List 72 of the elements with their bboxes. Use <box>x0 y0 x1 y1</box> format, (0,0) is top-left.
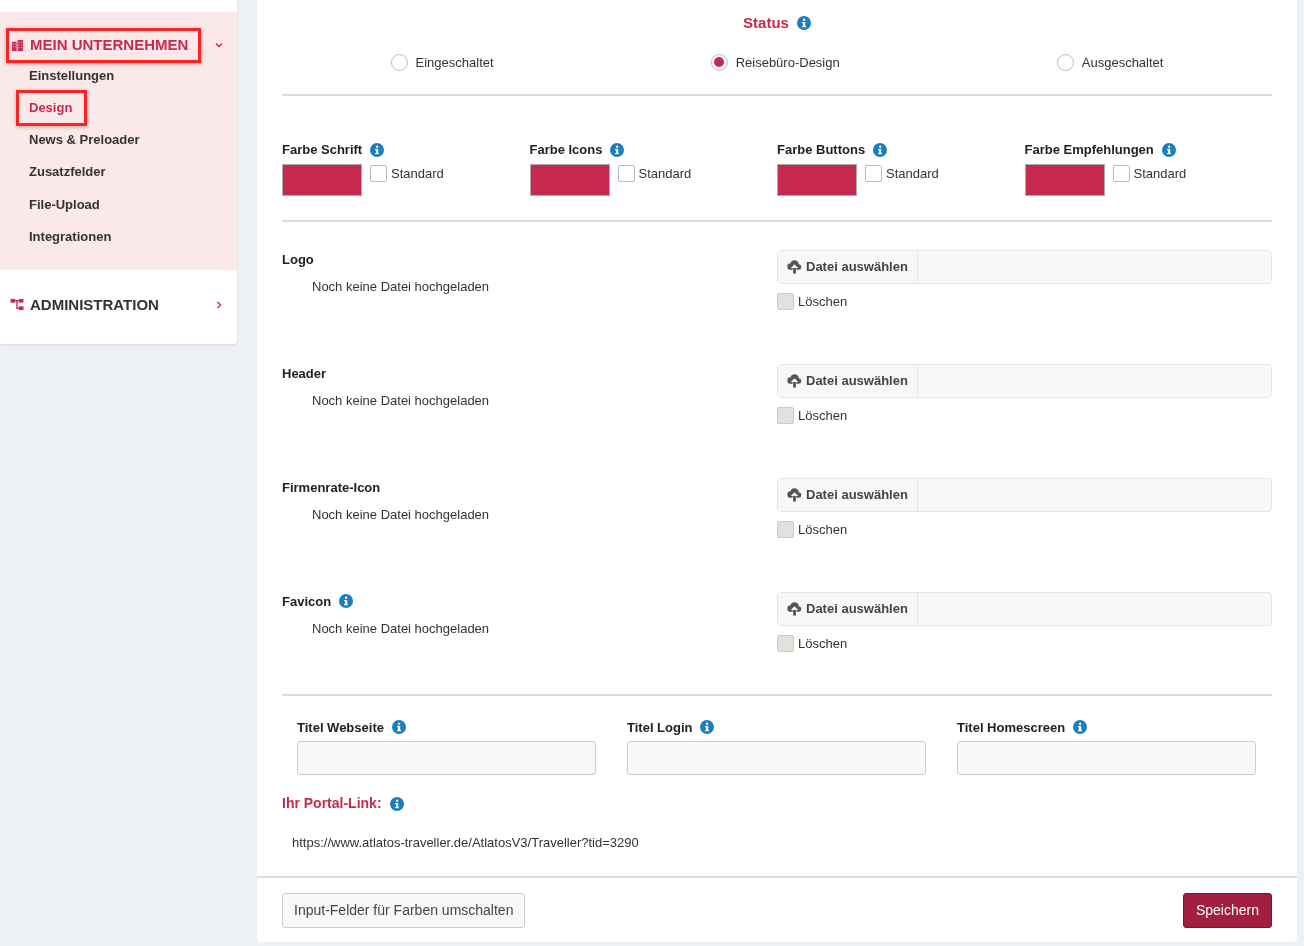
color-swatch[interactable] <box>777 163 857 196</box>
hierarchy-icon <box>10 298 24 312</box>
menu-item[interactable]: Einstellungen <box>29 65 115 85</box>
delete-checkbox[interactable]: Löschen <box>777 633 1272 653</box>
file-button-label[interactable]: Datei auswählen <box>806 598 908 619</box>
info-icon[interactable] <box>391 720 406 735</box>
delete-checkbox[interactable]: Löschen <box>777 405 1272 425</box>
menu-item[interactable]: File-Upload <box>29 194 100 214</box>
standard-checkbox[interactable]: Standard <box>617 163 692 183</box>
menu-item[interactable]: Design <box>16 90 88 126</box>
save-button[interactable]: Speichern <box>1182 893 1272 928</box>
file-input[interactable]: Datei auswählen <box>777 249 1272 284</box>
chevron-down-icon[interactable] <box>215 41 223 50</box>
file-button-label[interactable]: Datei auswählen <box>806 256 908 277</box>
toggle-button[interactable]: Input-Felder für Farben umschalten <box>282 893 526 928</box>
field-label: Titel Login <box>627 718 693 737</box>
chevron-right-icon[interactable] <box>215 300 223 309</box>
color-swatch[interactable] <box>529 163 610 196</box>
color-swatch[interactable] <box>1024 163 1105 196</box>
upload-status: Noch keine Datei hochgeladen <box>312 278 491 296</box>
standard-checkbox[interactable]: Standard <box>370 163 444 183</box>
info-icon[interactable] <box>873 142 888 157</box>
field-label: Header <box>282 364 327 383</box>
menu-group[interactable]: MEIN UNTERNEHMEN <box>6 28 202 63</box>
field-label: Farbe Buttons <box>777 141 866 159</box>
status-radio[interactable]: Reisebüro-Design <box>710 52 840 72</box>
field-label: Farbe Empfehlungen <box>1024 141 1154 159</box>
menu-item[interactable]: News & Preloader <box>29 129 140 149</box>
upload-status: Noch keine Datei hochgeladen <box>312 620 491 638</box>
field-label: Titel Webseite <box>297 718 384 737</box>
info-icon[interactable] <box>610 142 625 157</box>
portal-url: https://www.atlatos-traveller.de/AtlatosV3/Traveller?tid=3290 <box>292 834 640 852</box>
file-input[interactable]: Datei auswählen <box>777 363 1272 398</box>
menu-group[interactable]: ADMINISTRATION <box>8 289 169 320</box>
menu-item[interactable]: Zusatzfelder <box>29 162 106 182</box>
field-label: Favicon <box>282 592 332 611</box>
text-field[interactable] <box>627 741 926 775</box>
upload-status: Noch keine Datei hochgeladen <box>312 392 491 410</box>
file-input[interactable]: Datei auswählen <box>777 477 1272 512</box>
cloud-upload-icon <box>787 373 802 388</box>
cloud-upload-icon <box>787 259 802 274</box>
delete-checkbox[interactable]: Löschen <box>777 291 1272 311</box>
upload-status: Noch keine Datei hochgeladen <box>312 506 491 524</box>
text-field[interactable] <box>297 741 596 775</box>
delete-checkbox[interactable]: Löschen <box>777 519 1272 539</box>
field-label: Farbe Icons <box>529 141 603 159</box>
color-swatch[interactable] <box>282 163 362 196</box>
field-label: Farbe Schrift <box>282 141 363 159</box>
file-button-label[interactable]: Datei auswählen <box>806 370 908 391</box>
info-icon[interactable] <box>1073 720 1088 735</box>
field-label: Firmenrate-Icon <box>282 478 381 497</box>
cloud-upload-icon <box>787 487 802 502</box>
field-label: Titel Homescreen <box>957 718 1066 737</box>
status-heading: Status <box>743 13 789 33</box>
file-input[interactable]: Datei auswählen <box>777 591 1272 626</box>
info-icon[interactable] <box>339 594 354 609</box>
info-icon[interactable] <box>389 796 404 811</box>
status-radio[interactable]: Ausgeschaltet <box>1056 52 1164 72</box>
info-icon[interactable] <box>700 720 715 735</box>
info-icon[interactable] <box>1161 142 1176 157</box>
field-label: Logo <box>282 250 314 269</box>
building-icon <box>11 38 24 52</box>
text-field[interactable] <box>957 741 1256 775</box>
file-button-label[interactable]: Datei auswählen <box>806 484 908 505</box>
status-radio[interactable]: Eingeschaltet <box>390 52 494 72</box>
standard-checkbox[interactable]: Standard <box>1112 163 1187 183</box>
info-icon[interactable] <box>796 16 811 31</box>
cloud-upload-icon <box>787 601 802 616</box>
standard-checkbox[interactable]: Standard <box>865 163 939 183</box>
info-icon[interactable] <box>370 142 385 157</box>
menu-item[interactable]: Integrationen <box>29 227 112 247</box>
portal-link-label: Ihr Portal-Link: <box>282 794 382 813</box>
